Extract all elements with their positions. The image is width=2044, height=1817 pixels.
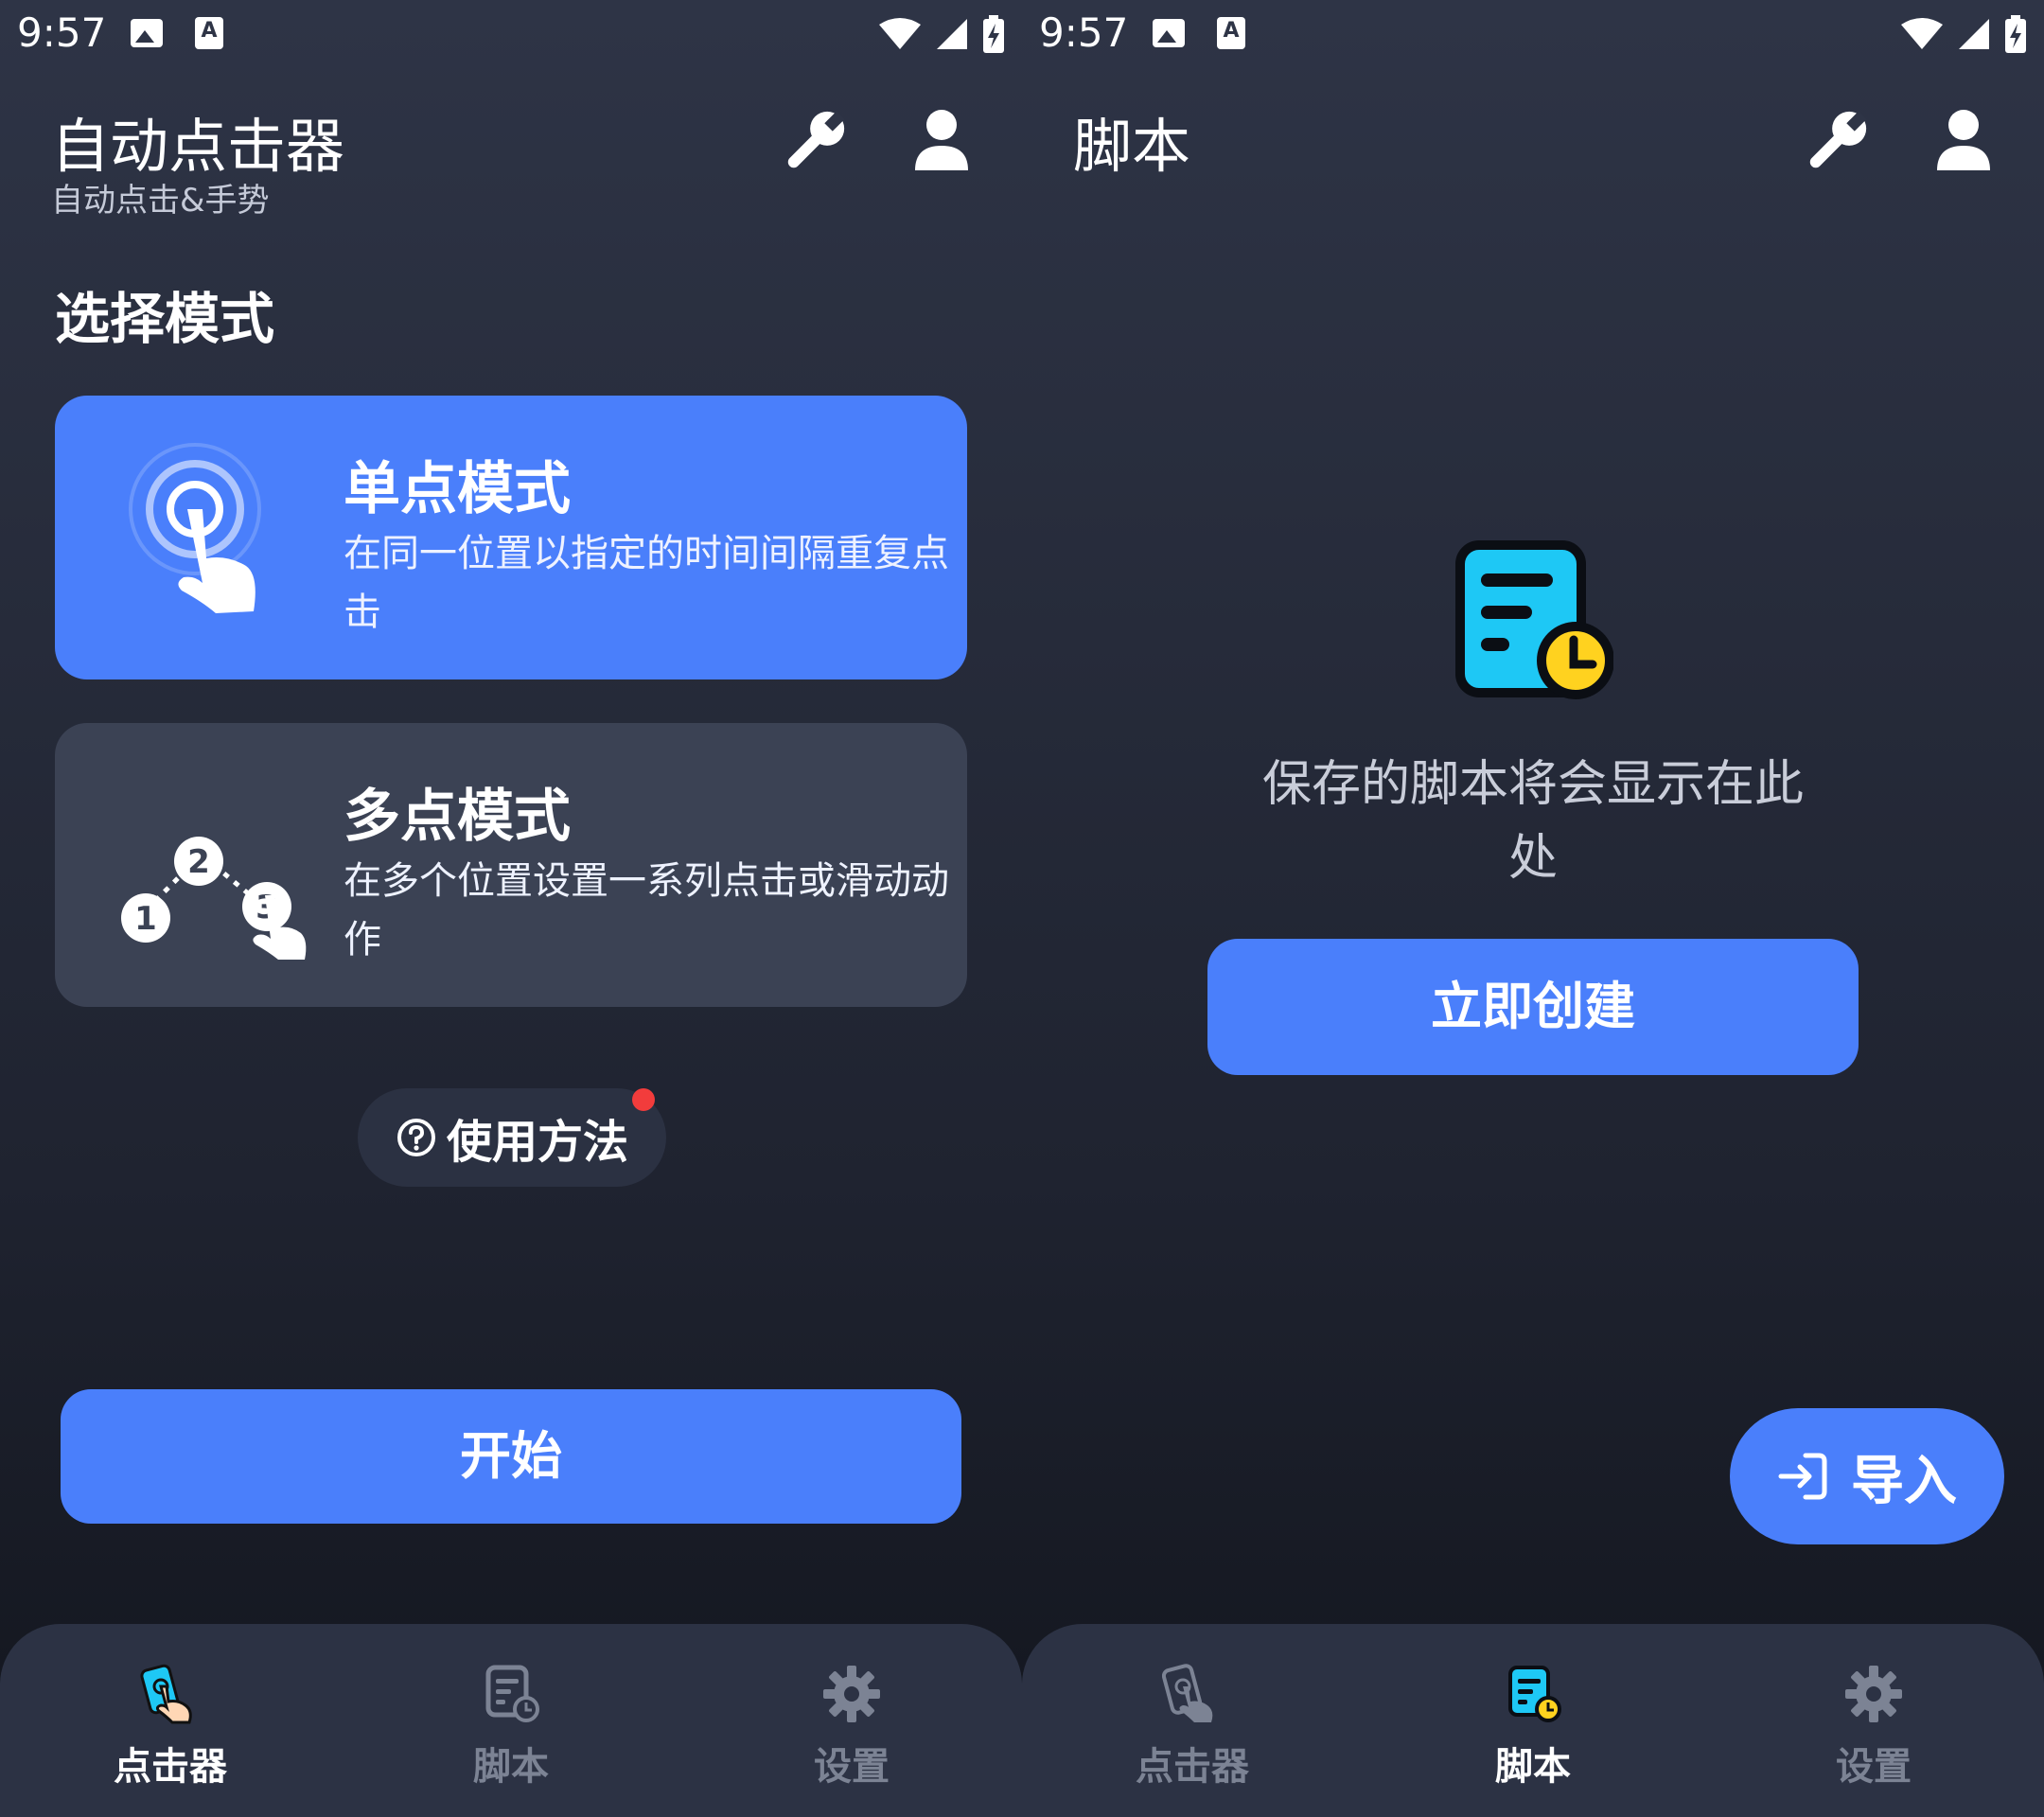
import-label: 导入 <box>1851 1450 1957 1512</box>
scripts-screen: 9:57 A 脚本 保存的脚本将会显示在此处 立即创建 导入 点击器 脚本 设置 <box>1022 0 2044 1817</box>
status-bar: 9:57 A <box>0 0 1022 68</box>
clicker-hand-icon <box>140 1664 192 1724</box>
empty-state-text: 保存的脚本将会显示在此处 <box>1261 756 1804 887</box>
tools-button[interactable] <box>1798 104 1874 180</box>
battery-charging-icon <box>2005 15 2026 53</box>
app-title: 自动点击器 <box>51 112 345 181</box>
signal-icon <box>937 19 967 49</box>
import-button[interactable]: 导入 <box>1730 1408 2004 1544</box>
multi-tap-icon: 1 2 3 <box>112 770 307 960</box>
start-button[interactable]: 开始 <box>61 1389 961 1524</box>
nav-label-clicker: 点击器 <box>1136 1745 1249 1789</box>
section-title: 选择模式 <box>55 287 275 351</box>
how-to-use-button[interactable]: 使用方法 <box>358 1088 666 1187</box>
single-mode-description: 在同一位置以指定的时间间隔重复点击 <box>344 532 949 634</box>
wrench-icon <box>787 111 845 168</box>
multi-mode-title: 多点模式 <box>344 784 571 850</box>
person-icon <box>1937 110 1990 170</box>
clicker-hand-icon <box>1162 1664 1213 1722</box>
signal-icon <box>1959 19 1989 49</box>
single-mode-card[interactable]: 单点模式 在同一位置以指定的时间间隔重复点击 <box>55 396 967 679</box>
step-2-label: 2 <box>187 843 210 881</box>
battery-charging-icon <box>983 15 1004 53</box>
nav-label-settings: 设置 <box>814 1745 890 1789</box>
wifi-icon <box>1901 18 1943 49</box>
status-time: 9:57 <box>17 9 107 56</box>
letter-a-icon: A <box>1217 17 1245 49</box>
account-button[interactable] <box>904 102 979 178</box>
bottom-nav: 点击器 脚本 设置 <box>0 1624 1022 1817</box>
page-title: 脚本 <box>1073 112 1191 181</box>
gear-icon <box>1845 1666 1902 1722</box>
person-icon <box>915 110 968 170</box>
gear-icon <box>823 1666 880 1722</box>
tools-button[interactable] <box>776 104 852 180</box>
create-now-button[interactable]: 立即创建 <box>1207 939 1859 1075</box>
multi-mode-description: 在多个位置设置一系列点击或滑动动作 <box>344 859 949 961</box>
account-button[interactable] <box>1926 102 2001 178</box>
nav-tab-settings[interactable]: 设置 <box>1779 1664 1968 1796</box>
nav-tab-scripts[interactable]: 脚本 <box>416 1664 606 1796</box>
nav-tab-settings[interactable]: 设置 <box>757 1664 946 1796</box>
wrench-icon <box>1809 111 1867 168</box>
wifi-icon <box>879 18 921 49</box>
bottom-nav: 点击器 脚本 设置 <box>1022 1624 2044 1817</box>
single-mode-title: 单点模式 <box>344 456 571 522</box>
nav-tab-scripts[interactable]: 脚本 <box>1438 1664 1628 1796</box>
help-circle-icon <box>396 1119 435 1156</box>
clicker-screen: 9:57 A 自动点击器 自动点击&手势 选择模式 单点模式 在同一位置以指定的… <box>0 0 1022 1817</box>
letter-a-icon: A <box>195 17 223 49</box>
status-time: 9:57 <box>1039 9 1129 56</box>
status-bar: 9:57 A <box>1022 0 2044 68</box>
image-icon <box>1153 19 1185 47</box>
how-to-use-label: 使用方法 <box>446 1116 628 1169</box>
nav-label-scripts: 脚本 <box>1495 1745 1571 1789</box>
empty-scripts-icon <box>1453 538 1614 703</box>
single-tap-icon <box>112 443 301 632</box>
nav-tab-clicker[interactable]: 点击器 <box>1098 1664 1287 1796</box>
multi-mode-card[interactable]: 1 2 3 多点模式 在多个位置设置一系列点击或滑动动作 <box>55 723 967 1007</box>
import-arrow-icon <box>1778 1453 1827 1500</box>
notification-dot <box>632 1088 655 1111</box>
script-doc-icon <box>485 1665 539 1722</box>
script-doc-icon <box>1508 1666 1561 1722</box>
image-icon <box>131 19 163 47</box>
step-1-label: 1 <box>134 900 157 938</box>
nav-label-settings: 设置 <box>1836 1745 1912 1789</box>
nav-label-scripts: 脚本 <box>473 1745 549 1789</box>
app-subtitle: 自动点击&手势 <box>51 182 270 220</box>
nav-tab-clicker[interactable]: 点击器 <box>76 1664 265 1796</box>
nav-label-clicker: 点击器 <box>114 1745 227 1789</box>
